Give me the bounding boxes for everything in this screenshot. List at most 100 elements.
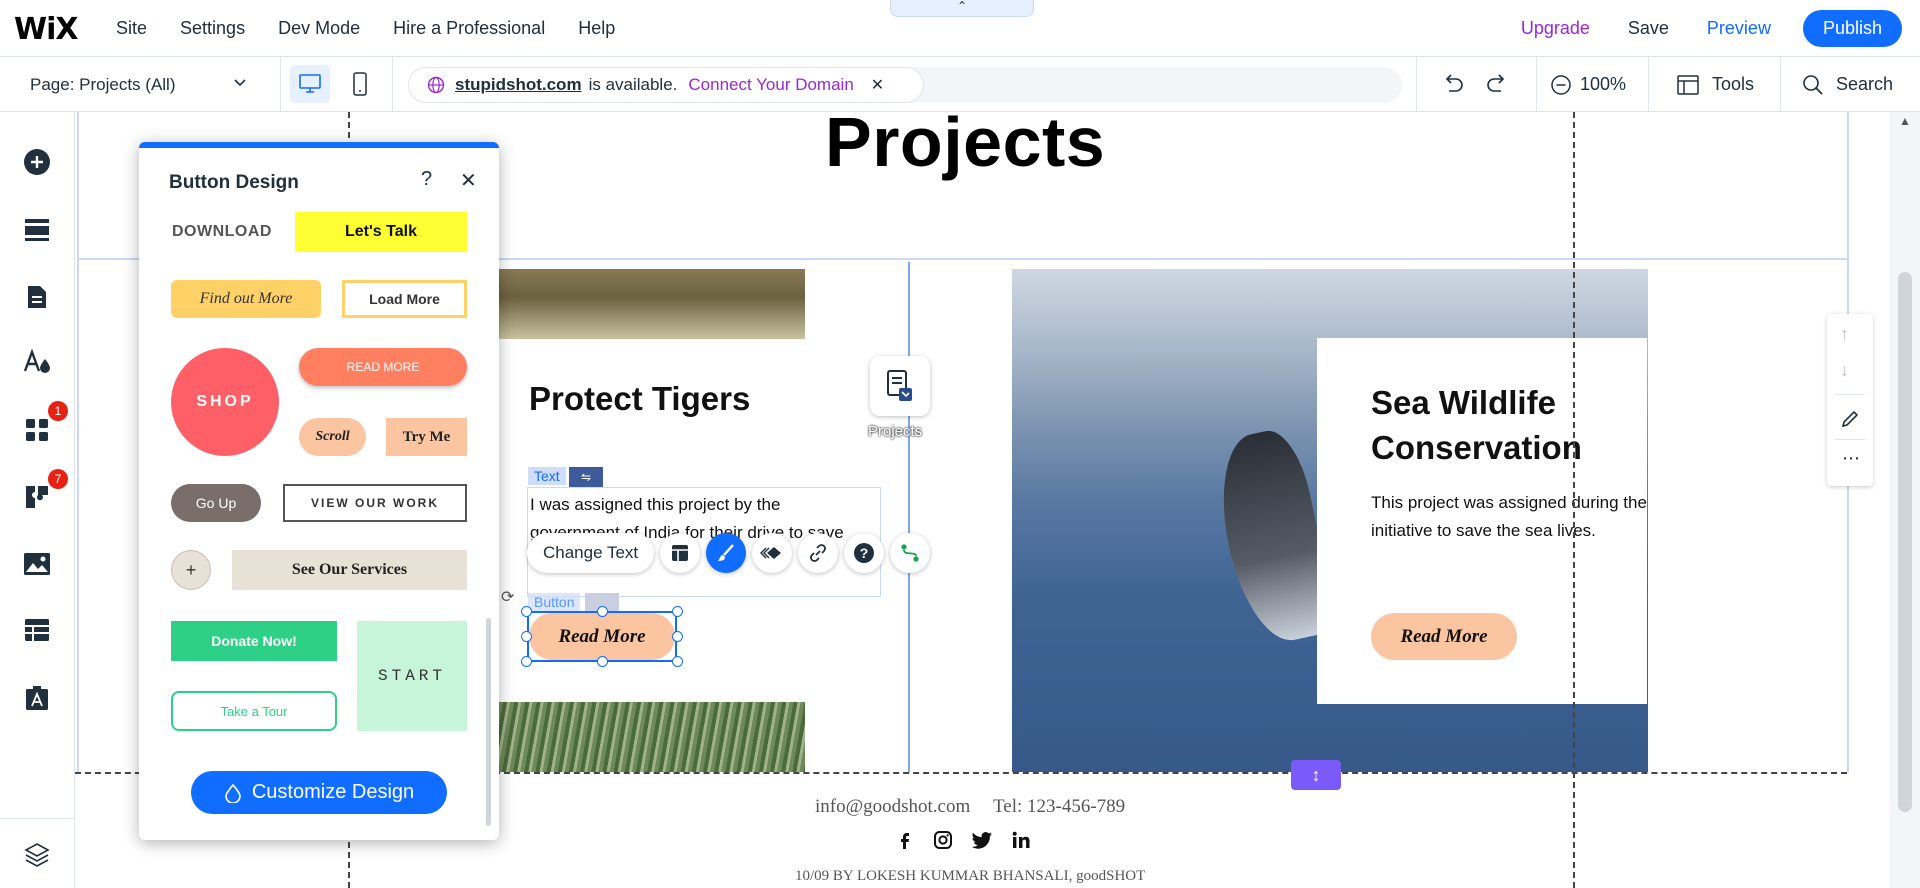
preset-start-button[interactable]: START [357,621,467,731]
preview-button[interactable]: Preview [1707,18,1771,39]
help-button[interactable]: ? [844,533,885,573]
divider [392,57,393,112]
resize-handle[interactable] [597,606,608,617]
tiger-image-top[interactable] [499,269,805,339]
resize-handle[interactable] [521,606,532,617]
panel-scrollbar[interactable] [486,618,491,826]
scrollbar-thumb[interactable] [1898,272,1912,812]
preset-scroll-button[interactable]: Scroll [299,418,366,456]
footer-contact[interactable]: info@goodshot.com Tel: 123-456-789 [815,796,1125,818]
sea-read-more-button[interactable]: Read More [1371,613,1517,660]
instagram-icon[interactable] [933,830,953,850]
resize-handle[interactable] [672,631,683,642]
business-notification-badge: 7 [48,469,68,489]
linkedin-icon[interactable] [1011,830,1031,850]
resize-handle[interactable] [521,656,532,667]
menu-help[interactable]: Help [578,18,615,39]
design-button[interactable] [706,533,747,573]
desktop-view-button[interactable] [290,65,330,103]
preset-load-more-button[interactable]: Load More [342,280,467,318]
connect-data-tag[interactable]: ⇋ [569,467,603,487]
resize-handle[interactable] [597,656,608,667]
tiger-card-title[interactable]: Protect Tigers [529,380,750,418]
help-icon[interactable]: ? [421,168,432,191]
menu-dev-mode[interactable]: Dev Mode [278,18,360,39]
preset-take-a-tour-button[interactable]: Take a Tour [171,691,337,731]
close-icon[interactable]: ✕ [460,168,477,193]
resize-handle[interactable] [672,606,683,617]
divider [280,57,281,112]
preset-donate-now-button[interactable]: Donate Now! [171,621,337,661]
pages-menu-button[interactable] [22,282,52,312]
cms-button[interactable] [22,615,52,645]
tiger-image-bottom[interactable] [499,702,805,772]
preset-view-our-work-button[interactable]: VIEW OUR WORK [283,484,467,522]
customize-design-button[interactable]: Customize Design [191,771,447,814]
svg-text:?: ? [860,545,869,561]
globe-icon [427,76,445,94]
connect-data-button[interactable] [890,533,931,573]
layers-button[interactable] [22,840,52,870]
preset-try-me-button[interactable]: Try Me [386,418,467,456]
preset-find-out-more-button[interactable]: Find out More [171,280,321,318]
link-button[interactable] [798,533,839,573]
animation-button[interactable] [752,533,793,573]
edit-pencil-icon[interactable] [1840,409,1860,429]
resize-handle[interactable] [521,631,532,642]
close-icon[interactable]: ✕ [871,75,884,95]
search-button[interactable]: Search [1802,57,1893,112]
preset-see-our-services-button[interactable]: See Our Services [232,550,467,590]
wix-logo[interactable]: WiX [14,12,79,47]
save-button[interactable]: Save [1628,18,1669,39]
zoom-control[interactable]: 100% [1550,57,1626,112]
upgrade-button[interactable]: Upgrade [1521,18,1590,39]
connect-domain-link[interactable]: Connect Your Domain [688,75,853,95]
page-title[interactable]: Projects [825,112,1105,182]
menu-site[interactable]: Site [116,18,147,39]
layout-button[interactable] [660,533,701,573]
preset-go-up-button[interactable]: Go Up [171,484,261,522]
domain-name[interactable]: stupidshot.com [455,75,582,95]
canvas-scrollbar[interactable]: ▲ [1890,112,1920,888]
add-elements-button[interactable] [22,147,52,177]
add-section-button[interactable] [22,215,52,245]
preset-lets-talk-button[interactable]: Let's Talk [295,212,467,252]
collapse-toolbar-handle[interactable]: ⌃ [890,0,1034,17]
redo-icon[interactable] [1484,71,1510,97]
change-text-button[interactable]: Change Text [527,533,655,573]
preset-plus-button[interactable]: + [171,550,211,590]
preset-read-more-button[interactable]: READ MORE [299,348,467,386]
footer-email[interactable]: info@goodshot.com [815,796,970,817]
menu-hire-professional[interactable]: Hire a Professional [393,18,545,39]
rotate-handle-icon[interactable]: ⟳ [501,587,514,607]
resize-handle[interactable] [672,656,683,667]
preset-shop-button[interactable]: SHOP [171,348,279,456]
more-actions-icon[interactable]: ⋯ [1842,448,1860,469]
stretch-section-handle[interactable]: ↕ [1291,760,1341,790]
divider [1780,57,1781,112]
site-design-button[interactable] [22,347,52,377]
page-selector[interactable]: Page: Projects (All) [30,57,246,112]
menu-settings[interactable]: Settings [180,18,245,39]
tools-button[interactable]: Tools [1676,57,1754,112]
column-divider[interactable] [908,262,910,772]
footer-copyright: 10/09 BY LOKESH KUMMAR BHANSALI, goodSHO… [795,868,1146,884]
business-apps-button[interactable] [22,482,52,512]
add-apps-button[interactable] [22,415,52,445]
sea-card-text[interactable]: This project was assigned during the ini… [1371,489,1691,545]
media-button[interactable] [22,549,52,579]
twitter-icon[interactable] [971,830,993,850]
projects-widget[interactable] [870,356,930,416]
portfolio-button[interactable] [22,683,52,713]
move-up-icon[interactable]: ↑ [1840,324,1849,345]
undo-icon[interactable] [1440,71,1466,97]
publish-button[interactable]: Publish [1802,10,1902,47]
scroll-up-arrow-icon[interactable]: ▲ [1899,114,1911,128]
search-label: Search [1836,74,1894,94]
move-down-icon[interactable]: ↓ [1840,360,1849,381]
preset-download-button[interactable]: DOWNLOAD [159,212,285,252]
facebook-icon[interactable] [895,830,915,850]
sea-card-title[interactable]: Sea Wildlife Conservation [1371,380,1671,470]
mobile-view-button[interactable] [340,65,380,103]
top-actions: Upgrade Save Preview Publish [1521,0,1920,57]
